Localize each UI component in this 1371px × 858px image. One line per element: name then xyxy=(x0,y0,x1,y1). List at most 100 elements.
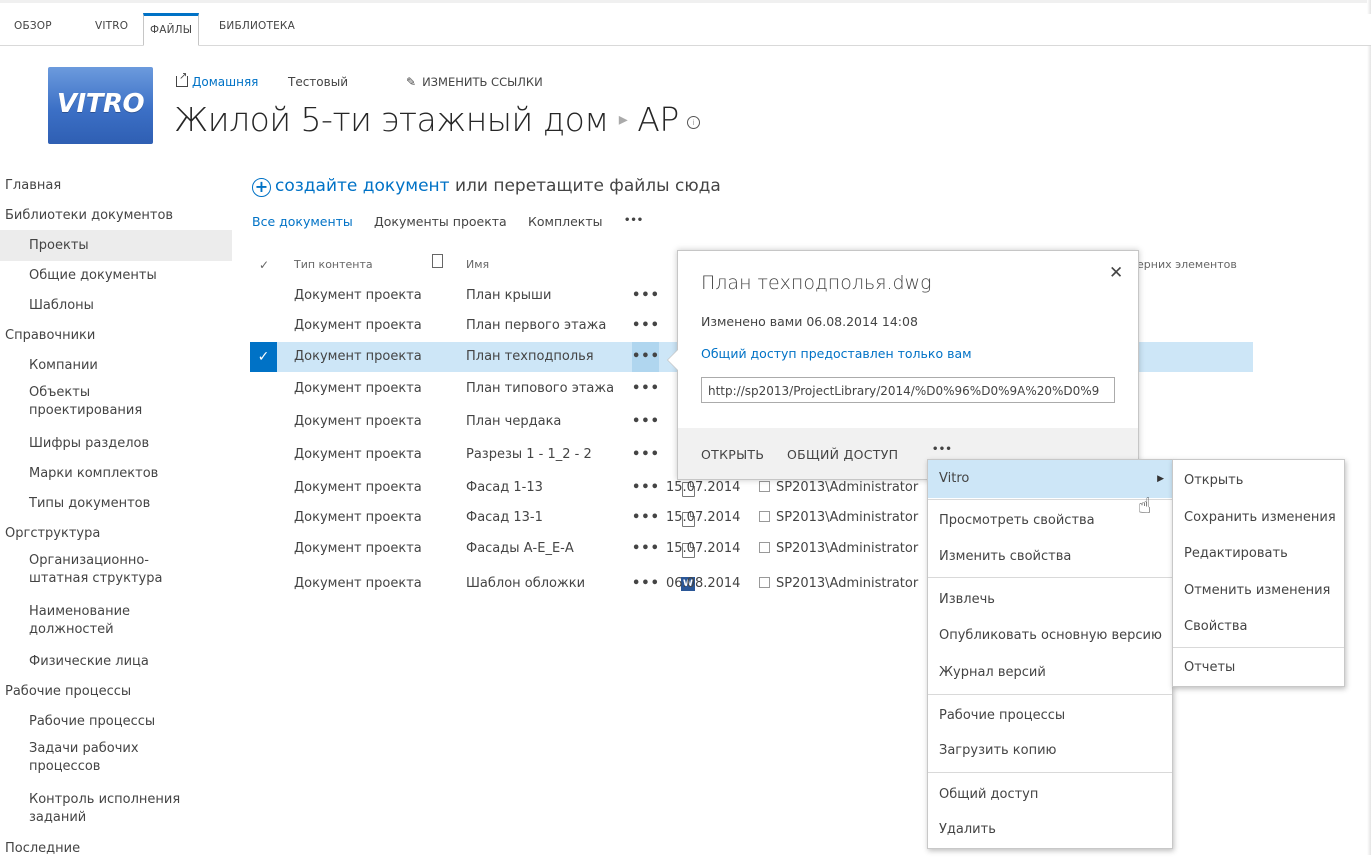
row-name-link[interactable]: Фасад 13-1 xyxy=(466,503,543,533)
test-link[interactable]: Тестовый xyxy=(288,75,348,89)
nav-item-projects[interactable]: Проекты xyxy=(29,237,89,255)
row-more-button[interactable]: ••• xyxy=(632,407,659,437)
callout-shared-link[interactable]: Общий доступ предоставлен только вам xyxy=(701,346,972,361)
table-row[interactable]: Документ проекта План типового этажа xyxy=(250,374,695,404)
menu-divider xyxy=(928,577,1172,578)
site-logo[interactable]: VITRO xyxy=(48,67,153,144)
table-row[interactable]: Документ проекта План первого этажа xyxy=(250,311,695,341)
nav-item-templates[interactable]: Шаблоны xyxy=(29,297,94,315)
nav-item-workflows[interactable]: Рабочие процессы xyxy=(5,683,131,701)
row-name-link[interactable]: План крыши xyxy=(466,281,551,311)
add-circle-icon[interactable]: + xyxy=(252,178,271,197)
presence-icon xyxy=(759,481,770,492)
row-author-name[interactable]: SP2013\Administrator xyxy=(776,480,918,495)
nav-item-persons[interactable]: Физические лица xyxy=(29,653,149,671)
submenu-item-reports[interactable]: Отчеты xyxy=(1173,653,1344,683)
callout-url-field[interactable]: http://sp2013/ProjectLibrary/2014/%D0%96… xyxy=(701,377,1115,403)
callout-share-button[interactable]: ОБЩИЙ ДОСТУП xyxy=(787,447,898,462)
row-more-button[interactable]: ••• xyxy=(632,374,659,404)
view-sets[interactable]: Комплекты xyxy=(528,214,603,229)
menu-item-download-copy[interactable]: Загрузить копию xyxy=(928,736,1172,766)
row-author-name[interactable]: SP2013\Administrator xyxy=(776,541,918,556)
row-name-link[interactable]: Фасады А-Е_Е-А xyxy=(466,534,574,564)
view-all-documents[interactable]: Все документы xyxy=(252,214,353,229)
table-row[interactable]: Документ проекта План чердака xyxy=(250,407,695,437)
nav-item-companies[interactable]: Компании xyxy=(29,357,98,375)
callout-more-button[interactable]: ••• xyxy=(932,444,952,455)
table-row[interactable]: Документ проекта Фасады А-Е_Е-А xyxy=(250,534,695,564)
close-icon[interactable]: ✕ xyxy=(1109,263,1123,283)
view-more-button[interactable]: ••• xyxy=(624,215,643,226)
menu-item-version-history[interactable]: Журнал версий xyxy=(928,658,1172,688)
submenu-item-properties[interactable]: Свойства xyxy=(1173,612,1344,642)
nav-item-references[interactable]: Справочники xyxy=(5,327,95,345)
nav-item-doc-libraries[interactable]: Библиотеки документов xyxy=(5,207,173,225)
nav-item-shared-docs[interactable]: Общие документы xyxy=(29,267,157,285)
nav-item-workflows-sub[interactable]: Рабочие процессы xyxy=(29,713,155,731)
submenu-item-edit[interactable]: Редактировать xyxy=(1173,539,1344,569)
row-name-link[interactable]: Разрезы 1 - 1_2 - 2 xyxy=(466,440,592,470)
row-author-name[interactable]: SP2013\Administrator xyxy=(776,510,918,525)
menu-item-workflows[interactable]: Рабочие процессы xyxy=(928,701,1172,731)
table-row[interactable]: Документ проекта Фасад 1-13 xyxy=(250,473,695,503)
row-more-button[interactable]: ••• xyxy=(632,569,659,599)
callout-open-button[interactable]: ОТКРЫТЬ xyxy=(701,447,764,462)
view-project-documents[interactable]: Документы проекта xyxy=(374,214,507,229)
row-name-link[interactable]: Шаблон обложки xyxy=(466,569,585,599)
new-document-link[interactable]: создайте документ xyxy=(275,176,450,196)
tab-files[interactable]: ФАЙЛЫ xyxy=(143,13,200,46)
row-more-button[interactable]: ••• xyxy=(632,440,659,470)
col-header-name[interactable]: Имя xyxy=(466,258,489,271)
nav-item-doc-types[interactable]: Типы документов xyxy=(29,495,150,513)
row-more-button[interactable]: ••• xyxy=(632,311,659,341)
nav-item-staff-structure[interactable]: Организационно-штатная структура xyxy=(29,552,189,588)
col-header-child-items[interactable]: ерних элементов xyxy=(1137,258,1237,271)
row-name-link[interactable]: План первого этажа xyxy=(466,311,606,341)
row-more-button[interactable]: ••• xyxy=(632,534,659,564)
nav-item-set-marks[interactable]: Марки комплектов xyxy=(29,465,158,483)
submenu-item-discard-changes[interactable]: Отменить изменения xyxy=(1173,576,1344,606)
tab-library[interactable]: БИБЛИОТЕКА xyxy=(219,20,295,32)
row-more-button[interactable]: ••• xyxy=(632,281,659,311)
menu-item-view-properties[interactable]: Просмотреть свойства xyxy=(928,506,1172,536)
tab-overview[interactable]: ОБЗОР xyxy=(14,20,52,32)
table-row[interactable]: Документ проекта Фасад 13-1 xyxy=(250,503,695,533)
menu-item-edit-properties[interactable]: Изменить свойства xyxy=(928,542,1172,572)
menu-item-vitro[interactable]: Vitro ▶ xyxy=(928,460,1172,498)
home-link[interactable]: ↗ Домашняя xyxy=(176,71,258,89)
table-row[interactable]: Документ проекта План крыши xyxy=(250,281,695,311)
row-name-link[interactable]: Фасад 1-13 xyxy=(466,473,543,503)
row-selected-check-icon[interactable]: ✓ xyxy=(250,342,277,372)
menu-item-check-out[interactable]: Извлечь xyxy=(928,585,1172,615)
row-name-link[interactable]: План типового этажа xyxy=(466,374,614,404)
row-more-button-active[interactable]: ••• xyxy=(632,342,659,372)
table-row[interactable]: Документ проекта W Шаблон обложки xyxy=(250,569,695,599)
row-more-button[interactable]: ••• xyxy=(632,473,659,503)
menu-item-publish-major[interactable]: Опубликовать основную версию xyxy=(928,621,1172,651)
nav-item-workflow-tasks[interactable]: Задачи рабочих процессов xyxy=(29,740,179,776)
row-name-link[interactable]: План чердака xyxy=(466,407,561,437)
nav-item-design-objects[interactable]: Объекты проектирования xyxy=(29,384,179,420)
nav-item-org-structure[interactable]: Оргструктура xyxy=(5,525,100,543)
row-more-button[interactable]: ••• xyxy=(632,503,659,533)
menu-item-delete[interactable]: Удалить xyxy=(928,815,1172,845)
site-title[interactable]: Жилой 5-ти этажный дом xyxy=(174,100,609,139)
info-icon[interactable]: i xyxy=(686,116,700,129)
edit-links-button[interactable]: ✎ ИЗМЕНИТЬ ССЫЛКИ xyxy=(406,75,543,89)
menu-item-share[interactable]: Общий доступ xyxy=(928,780,1172,810)
nav-item-home[interactable]: Главная xyxy=(5,177,61,195)
table-row[interactable]: Документ проекта Разрезы 1 - 1_2 - 2 xyxy=(250,440,695,470)
nav-item-recent[interactable]: Последние xyxy=(5,840,80,858)
submenu-item-open[interactable]: Открыть xyxy=(1173,466,1344,496)
row-name-link[interactable]: План техподполья xyxy=(466,342,594,372)
col-header-content-type[interactable]: Тип контента xyxy=(294,258,373,271)
submenu-item-save-changes[interactable]: Сохранить изменения xyxy=(1173,503,1344,533)
tab-vitro[interactable]: VITRO xyxy=(95,20,128,32)
nav-item-positions[interactable]: Наименование должностей xyxy=(29,603,179,639)
col-header-doc-type-icon[interactable] xyxy=(432,254,443,271)
nav-item-section-codes[interactable]: Шифры разделов xyxy=(29,435,149,453)
row-modified-date: 06.08.2014 xyxy=(666,576,741,591)
select-all-checkmark[interactable]: ✓ xyxy=(259,258,269,272)
nav-item-task-control[interactable]: Контроль исполнения заданий xyxy=(29,791,209,827)
row-author-name[interactable]: SP2013\Administrator xyxy=(776,576,918,591)
